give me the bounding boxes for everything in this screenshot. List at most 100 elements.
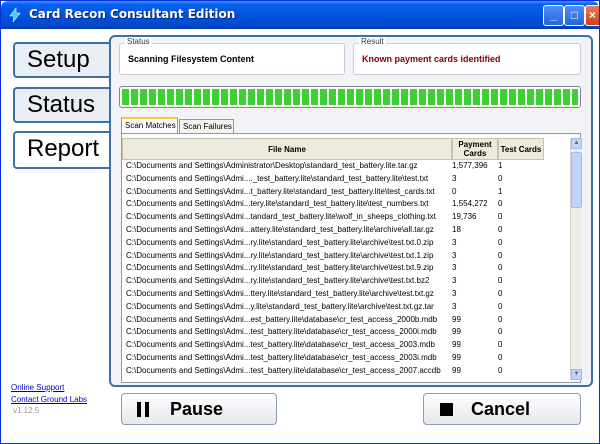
table-row[interactable]: C:\Documents and Settings\Administrator\… xyxy=(122,160,570,173)
table-row[interactable]: C:\Documents and Settings\Admi...st_batt… xyxy=(122,378,570,380)
table-row[interactable]: C:\Documents and Settings\Admi...ry.lite… xyxy=(122,262,570,275)
status-value: Scanning Filesystem Content xyxy=(128,54,255,64)
app-window: Card Recon Consultant Edition _ □ × Setu… xyxy=(0,0,600,444)
row-payment-cards: 0 xyxy=(452,186,457,196)
table-row[interactable]: C:\Documents and Settings\Admi...test_ba… xyxy=(122,365,570,378)
row-file-name: C:\Documents and Settings\Admi...attery.… xyxy=(126,224,434,234)
table-row[interactable]: C:\Documents and Settings\Admi...ry.lite… xyxy=(122,237,570,250)
card-recon-logo-icon xyxy=(9,7,21,23)
scroll-down-icon[interactable]: ▼ xyxy=(571,369,582,380)
tab-scan-matches[interactable]: Scan Matches xyxy=(121,117,178,134)
table-row[interactable]: C:\Documents and Settings\Admi...attery.… xyxy=(122,224,570,237)
row-file-name: C:\Documents and Settings\Admi...._test_… xyxy=(126,173,429,183)
row-payment-cards: 99 xyxy=(452,365,461,375)
status-label: Status xyxy=(125,37,152,46)
table-row[interactable]: C:\Documents and Settings\Admi...t_batte… xyxy=(122,186,570,199)
scan-progress-bar xyxy=(119,86,581,108)
row-payment-cards: 1,554,272 xyxy=(452,199,488,209)
row-payment-cards: 3 xyxy=(452,276,457,286)
close-button[interactable]: × xyxy=(585,5,599,26)
maximize-button[interactable]: □ xyxy=(564,5,585,26)
row-test-cards: 0 xyxy=(498,212,503,222)
nav-tab-status[interactable]: Status xyxy=(13,87,111,123)
nav-tab-report[interactable]: Report xyxy=(13,131,111,169)
row-file-name: C:\Documents and Settings\Admi...test_ba… xyxy=(126,340,435,350)
row-test-cards: 0 xyxy=(498,288,503,298)
nav-tab-setup[interactable]: Setup xyxy=(13,42,111,78)
result-label: Result xyxy=(359,37,386,46)
column-header-test-cards[interactable]: Test Cards xyxy=(498,138,544,160)
title-bar[interactable]: Card Recon Consultant Edition _ □ × xyxy=(1,1,599,29)
row-test-cards: 1 xyxy=(498,161,503,170)
table-row[interactable]: C:\Documents and Settings\Admi...test_ba… xyxy=(122,326,570,339)
row-file-name: C:\Documents and Settings\Admi...tery.li… xyxy=(126,199,429,209)
result-value: Known payment cards identified xyxy=(362,54,501,64)
row-file-name: C:\Documents and Settings\Admi...y.lite\… xyxy=(126,301,434,311)
client-area: Setup Status Report Status Scanning File… xyxy=(3,29,599,443)
contact-ground-labs-link[interactable]: Contact Ground Labs xyxy=(11,395,87,404)
row-payment-cards: 99 xyxy=(452,314,461,324)
scroll-up-icon[interactable]: ▲ xyxy=(571,138,582,149)
table-row[interactable]: C:\Documents and Settings\Admi...tery.li… xyxy=(122,198,570,211)
row-payment-cards: 19,736 xyxy=(452,212,477,222)
row-test-cards: 0 xyxy=(498,224,503,234)
row-test-cards: 0 xyxy=(498,250,503,260)
row-payment-cards: 3 xyxy=(452,237,457,247)
pause-icon xyxy=(136,401,150,417)
row-payment-cards: 99 xyxy=(452,327,461,337)
main-panel: Status Scanning Filesystem Content Resul… xyxy=(109,35,593,387)
stop-icon xyxy=(440,402,453,416)
row-file-name: C:\Documents and Settings\Admi...test_ba… xyxy=(126,365,441,375)
row-test-cards: 0 xyxy=(498,340,503,350)
tab-content: File Name Payment Cards Test Cards C:\Do… xyxy=(121,133,582,383)
row-file-name: C:\Documents and Settings\Admi...t_batte… xyxy=(126,186,435,196)
row-file-name: C:\Documents and Settings\Admi...test_ba… xyxy=(126,352,437,362)
row-payment-cards: 99 xyxy=(452,340,461,350)
row-file-name: C:\Documents and Settings\Admi...ttery.l… xyxy=(126,288,434,298)
pause-button[interactable]: Pause xyxy=(121,393,277,425)
table-row[interactable]: C:\Documents and Settings\Admi...ry.lite… xyxy=(122,250,570,263)
row-test-cards: 1 xyxy=(498,186,503,196)
table-row[interactable]: C:\Documents and Settings\Admi...ry.lite… xyxy=(122,275,570,288)
row-file-name: C:\Documents and Settings\Administrator\… xyxy=(126,161,418,170)
row-payment-cards: 3 xyxy=(452,301,457,311)
column-header-payment-cards[interactable]: Payment Cards xyxy=(452,138,498,160)
scroll-thumb[interactable] xyxy=(571,152,582,208)
row-test-cards: 0 xyxy=(498,378,544,380)
row-file-name: C:\Documents and Settings\Admi...test_ba… xyxy=(126,327,437,337)
row-test-cards: 0 xyxy=(498,173,503,183)
window-title: Card Recon Consultant Edition xyxy=(29,7,236,21)
row-test-cards: 0 xyxy=(498,314,503,324)
cancel-label: Cancel xyxy=(471,398,531,419)
online-support-link[interactable]: Online Support xyxy=(11,383,64,392)
table-row[interactable]: C:\Documents and Settings\Admi...est_bat… xyxy=(122,314,570,327)
row-test-cards: 0 xyxy=(498,199,503,209)
column-header-file-name[interactable]: File Name xyxy=(122,138,452,160)
vertical-scrollbar[interactable]: ▲ ▼ xyxy=(570,138,582,380)
row-test-cards: 0 xyxy=(498,327,503,337)
table-row[interactable]: C:\Documents and Settings\Admi...test_ba… xyxy=(122,339,570,352)
result-group: Result Known payment cards identified xyxy=(353,37,581,75)
row-test-cards: 0 xyxy=(498,276,503,286)
table-row[interactable]: C:\Documents and Settings\Admi...ttery.l… xyxy=(122,288,570,301)
minimize-button[interactable]: _ xyxy=(543,5,564,26)
cancel-button[interactable]: Cancel xyxy=(423,393,581,425)
row-test-cards: 0 xyxy=(498,263,503,273)
row-payment-cards: 18 xyxy=(452,224,461,234)
table-row[interactable]: C:\Documents and Settings\Admi...._test_… xyxy=(122,173,570,186)
table-row[interactable]: C:\Documents and Settings\Admi...y.lite\… xyxy=(122,301,570,314)
status-group: Status Scanning Filesystem Content xyxy=(119,37,345,75)
progress-fill xyxy=(122,89,578,105)
row-test-cards: 0 xyxy=(498,301,503,311)
pause-label: Pause xyxy=(170,398,224,419)
row-payment-cards: 99 xyxy=(452,352,461,362)
row-file-name: C:\Documents and Settings\Admi...ry.lite… xyxy=(126,276,430,286)
matches-list[interactable]: File Name Payment Cards Test Cards C:\Do… xyxy=(122,138,570,380)
row-file-name: C:\Documents and Settings\Admi...ry.lite… xyxy=(126,237,434,247)
table-row[interactable]: C:\Documents and Settings\Admi...test_ba… xyxy=(122,352,570,365)
tab-scan-failures[interactable]: Scan Failures xyxy=(179,119,234,133)
table-row[interactable]: C:\Documents and Settings\Admi...tandard… xyxy=(122,211,570,224)
row-test-cards: 0 xyxy=(498,237,503,247)
row-payment-cards: 3 xyxy=(452,263,457,273)
row-file-name: C:\Documents and Settings\Admi...tandard… xyxy=(126,212,436,222)
